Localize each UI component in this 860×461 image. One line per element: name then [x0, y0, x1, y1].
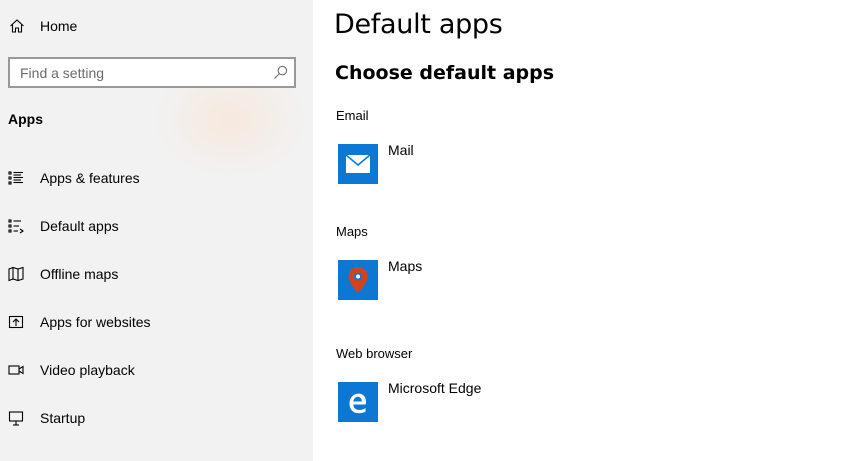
sidebar-item-label: Video playback [40, 362, 135, 378]
sidebar-item-label: Apps & features [40, 170, 140, 186]
default-app-email-button[interactable]: Mail [336, 142, 636, 188]
app-name: Microsoft Edge [388, 380, 482, 396]
page-title: Default apps [334, 9, 503, 40]
open-external-icon [8, 315, 24, 329]
sidebar-item-default-apps[interactable]: Default apps [0, 206, 313, 246]
maps-tile [338, 260, 378, 300]
search-input[interactable] [10, 59, 260, 86]
home-nav-item[interactable]: Home [0, 10, 313, 42]
sidebar: Home Apps Apps & features Default apps [0, 0, 313, 461]
sidebar-item-label: Apps for websites [40, 314, 151, 330]
search-icon[interactable] [273, 65, 288, 80]
default-app-web-browser-button[interactable]: Microsoft Edge [336, 380, 636, 426]
sidebar-item-label: Default apps [40, 218, 119, 234]
sidebar-item-startup[interactable]: Startup [0, 398, 313, 438]
mail-icon [346, 155, 370, 173]
main-content: Default apps Choose default apps Email M… [313, 0, 860, 461]
mail-tile [338, 144, 378, 184]
map-icon [8, 266, 24, 282]
sidebar-item-apps-for-websites[interactable]: Apps for websites [0, 302, 313, 342]
category-label-web-browser: Web browser [336, 346, 413, 361]
app-name: Maps [388, 258, 423, 274]
sidebar-item-label: Offline maps [40, 266, 119, 282]
maps-pin-icon [348, 267, 368, 293]
category-label-maps: Maps [336, 224, 368, 239]
category-label-email: Email [336, 108, 369, 123]
sidebar-item-video-playback[interactable]: Video playback [0, 350, 313, 390]
default-app-maps-button[interactable]: Maps [336, 258, 636, 304]
sidebar-item-label: Startup [40, 410, 86, 426]
home-label: Home [40, 18, 78, 34]
video-camera-icon [8, 365, 24, 375]
list-icon [8, 171, 23, 185]
section-title: Apps [8, 111, 43, 127]
edge-icon [349, 393, 366, 414]
default-apps-icon [8, 219, 24, 234]
startup-icon [8, 411, 24, 426]
home-icon [10, 19, 24, 33]
app-name: Mail [388, 142, 414, 158]
section-heading: Choose default apps [335, 62, 555, 84]
sidebar-item-apps-features[interactable]: Apps & features [0, 158, 313, 198]
sidebar-item-offline-maps[interactable]: Offline maps [0, 254, 313, 294]
edge-tile [338, 382, 378, 422]
search-box [8, 57, 296, 88]
